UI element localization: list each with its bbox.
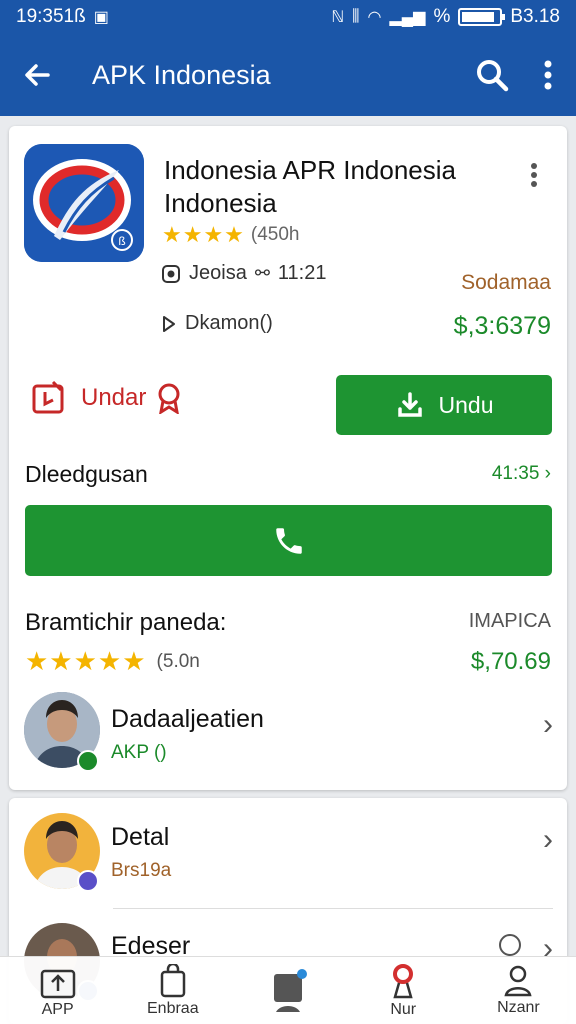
bottom-navigation: APP Enbraa Nur Nzanr: [0, 956, 576, 1024]
more-options-button[interactable]: [520, 34, 576, 116]
status-bar: 19:351ß ▣ ℕ ⫼ ◠ ▂▄▆ % B3.18: [0, 0, 576, 34]
meta-row-2: Dkamon(): [161, 312, 273, 335]
uninstall-label: Undar: [81, 384, 147, 411]
meta2-right: $,3:6379: [453, 312, 551, 340]
battery-icon: [458, 8, 506, 26]
rating2-count: (5.0n: [156, 650, 200, 672]
app-more-button[interactable]: [529, 162, 539, 193]
image-notification-icon: ▣: [93, 9, 109, 26]
record-icon: [162, 264, 180, 283]
meta2-text: Dkamon(): [185, 312, 273, 334]
uninstall-icon: [32, 380, 64, 414]
status-time: 19:351ß: [16, 6, 86, 27]
svg-text:ß: ß: [118, 234, 125, 248]
status-right-time: B3.18: [510, 6, 560, 27]
call-button[interactable]: [25, 505, 552, 576]
location-pin-icon: [393, 963, 414, 998]
meta1-time: 11:21: [277, 262, 327, 284]
install-label: Undu: [438, 391, 494, 418]
gallery-icon: [274, 968, 307, 1012]
row1-value[interactable]: 41:35 ›: [492, 463, 551, 485]
profile-icon: [504, 965, 532, 996]
rating2-stars: ★★★★★: [25, 646, 147, 676]
nav-item4-label: Nzanr: [497, 998, 540, 1016]
person1-sub: AKP (): [111, 742, 167, 763]
more-vert-icon: [531, 163, 537, 187]
person2-sub: Brs19a: [111, 860, 172, 881]
app-bar: APK Indonesia: [0, 34, 576, 116]
status-circle-icon: [499, 934, 521, 956]
uninstall-button[interactable]: Undar: [31, 380, 182, 416]
nav-app[interactable]: APP: [0, 957, 115, 1024]
row3-value: $,70.69: [470, 648, 551, 675]
shopping-bag-icon: [160, 963, 186, 997]
rating-stars: ★★★★: [162, 222, 245, 247]
meta-row-1: Jeoisa ⚯ 11:21: [161, 262, 326, 285]
person2-name: Detal: [111, 823, 170, 851]
chevron-right-icon[interactable]: ›: [543, 708, 553, 742]
vibrate-icon: ⫼: [352, 8, 360, 25]
nav-item3-label: Nur: [390, 1000, 417, 1018]
meta1-text: Jeoisa: [189, 262, 247, 284]
app-title: Indonesia APR Indonesia Indonesia: [164, 155, 456, 218]
nav-nzanr[interactable]: Nzanr: [461, 957, 576, 1024]
meta1-right: Sodamaa: [461, 271, 551, 294]
verified-badge-icon: [77, 750, 99, 772]
badge-icon: [158, 383, 180, 414]
battery-percent: %: [433, 6, 451, 27]
link-icon: ⚯: [254, 263, 270, 283]
install-button[interactable]: Undu: [336, 375, 552, 435]
phone-icon: [275, 527, 302, 554]
more-vert-icon: [544, 60, 552, 90]
nav-enbraa[interactable]: Enbraa: [115, 957, 230, 1024]
divider: [113, 908, 553, 909]
download-icon: [397, 392, 422, 417]
upload-icon: [40, 969, 75, 998]
row2-label: Bramtichir paneda:: [25, 609, 227, 636]
app-logo-icon[interactable]: ß: [24, 144, 144, 262]
row2-value: IMAPICA: [468, 610, 551, 632]
arrow-left-icon: [25, 64, 50, 86]
row1-label: Dleedgusan: [25, 461, 148, 487]
play-icon: [163, 315, 175, 332]
rating-row: ★★★★★ (5.0n: [25, 646, 200, 677]
wifi-icon: ◠: [367, 9, 382, 26]
back-button[interactable]: [0, 34, 74, 116]
search-icon: [477, 60, 509, 92]
app-rating: ★★★★ (450h: [162, 222, 300, 248]
page-title: APK Indonesia: [92, 59, 271, 90]
rating-count: (450h: [250, 224, 300, 245]
search-button[interactable]: [464, 34, 520, 116]
chevron-right-icon[interactable]: ›: [543, 823, 553, 857]
app-detail-card: ß Indonesia APR Indonesia Indonesia ★★★★…: [9, 126, 567, 790]
person1-name: Dadaaljeatien: [111, 705, 264, 733]
nav-gallery[interactable]: [230, 957, 345, 1024]
nav-nur[interactable]: Nur: [346, 957, 461, 1024]
signal-icon: ▂▄▆: [389, 9, 426, 26]
nav-item1-label: Enbraa: [147, 999, 199, 1017]
nav-app-label: APP: [41, 1000, 74, 1018]
verified-badge-icon: [77, 870, 99, 892]
nfc-icon: ℕ: [331, 9, 345, 26]
